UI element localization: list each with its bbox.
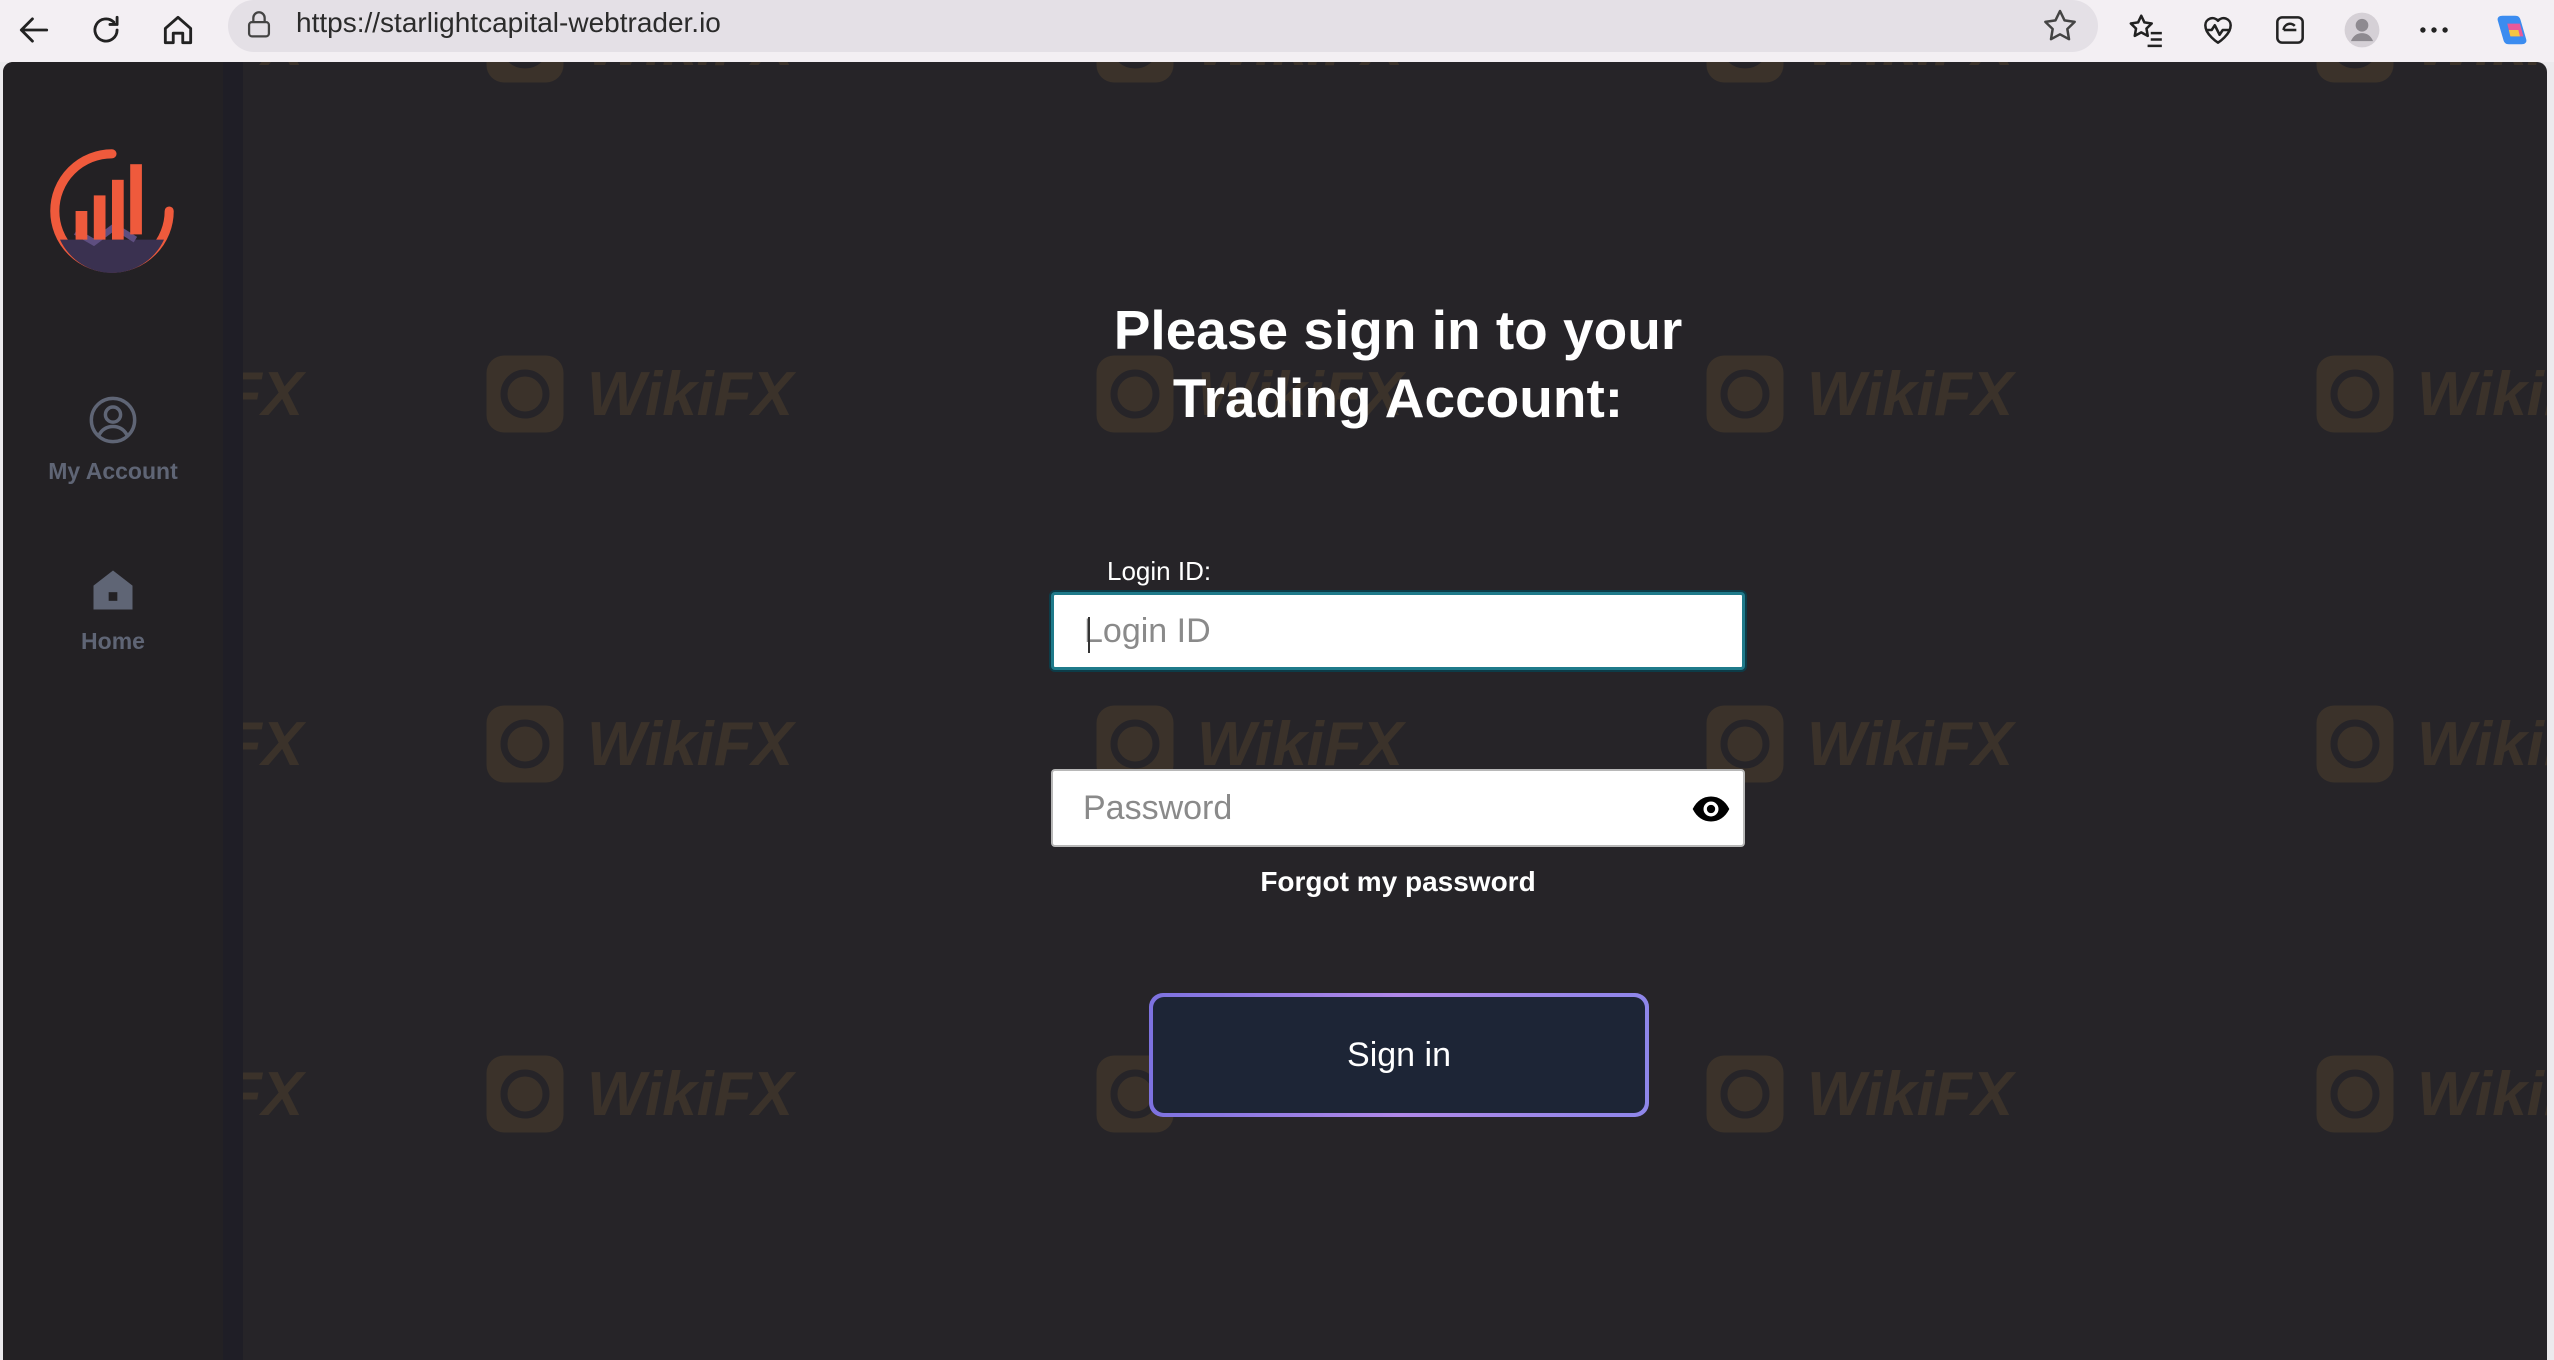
- heading-line-2: Trading Account:: [1172, 367, 1624, 429]
- browser-toolbar: https://starlightcapital-webtrader.io: [0, 0, 2554, 62]
- watermark-text: WikiFX: [1807, 1059, 2014, 1129]
- watermark-logo-icon: [2316, 1055, 2394, 1133]
- address-bar[interactable]: https://starlightcapital-webtrader.io: [228, 0, 2098, 52]
- watermark-mark: WikiFX: [483, 352, 793, 436]
- heartbeat-icon: [2204, 16, 2232, 44]
- refresh-icon: [93, 15, 119, 43]
- watermark-text: WikiFX: [2417, 62, 2547, 80]
- text-caret: [1088, 617, 1090, 653]
- watermark-logo-icon: [1706, 62, 1784, 83]
- watermark-text: WikiFX: [2417, 1059, 2547, 1129]
- watermark-mark: WikiFX: [2313, 352, 2547, 436]
- watermark-logo-icon: [486, 1055, 564, 1133]
- watermark-text: WikiFX: [2417, 359, 2547, 429]
- watermark-mark: WikiFX: [1703, 1052, 2013, 1136]
- watermark-mark: WikiFX: [2313, 702, 2547, 786]
- watermark-text: WikiFX: [1197, 62, 1403, 80]
- watermark-text: WikiFX: [587, 359, 794, 429]
- brand-logo[interactable]: [47, 146, 177, 276]
- page-heading: Please sign in to your Trading Account:: [1033, 296, 1763, 432]
- show-password-eye-icon[interactable]: [1689, 789, 1733, 829]
- more-options-button[interactable]: [2408, 4, 2460, 56]
- watermark-mark: WikiFX: [2313, 1052, 2547, 1136]
- watermark-text: WikiFX: [587, 1059, 794, 1129]
- forgot-password-link[interactable]: Forgot my password: [1051, 866, 1745, 898]
- watermark-text: WikiFX: [1807, 709, 2014, 779]
- watermark-mark: WikiFX: [1703, 62, 2013, 86]
- collections-icon: [2276, 16, 2304, 44]
- refresh-button[interactable]: [80, 4, 132, 56]
- favorite-star-icon[interactable]: [2040, 6, 2080, 46]
- sidebar-item-label: Home: [81, 628, 145, 654]
- watermark-logo-icon: [2316, 62, 2394, 83]
- sidebar-item-my-account[interactable]: My Account: [3, 394, 223, 485]
- performance-button[interactable]: [2192, 4, 2244, 56]
- watermark-mark: WikiFX: [483, 62, 793, 86]
- back-arrow-icon: [19, 17, 49, 43]
- profile-button[interactable]: [2336, 4, 2388, 56]
- watermark-text: WikiFX: [587, 709, 794, 779]
- watermark-logo-icon: [1096, 62, 1174, 83]
- sign-in-label: Sign in: [1153, 997, 1645, 1113]
- home-button[interactable]: [152, 4, 204, 56]
- user-circle-icon: [89, 396, 137, 444]
- sidebar-divider: [223, 62, 243, 1360]
- favorites-button[interactable]: [2120, 4, 2172, 56]
- watermark-mark: WikiFX: [1093, 62, 1403, 86]
- profile-avatar-icon: [2344, 12, 2380, 48]
- sidebar: My Account Home: [3, 62, 223, 1360]
- back-button[interactable]: [8, 4, 60, 56]
- login-id-input[interactable]: [1082, 595, 1682, 667]
- browser-home-icon: [163, 15, 193, 45]
- url-text[interactable]: https://starlightcapital-webtrader.io: [296, 7, 721, 39]
- copilot-button[interactable]: [2486, 4, 2538, 56]
- watermark-mark: WikiFX: [483, 1052, 793, 1136]
- password-field[interactable]: [1051, 769, 1745, 847]
- watermark-logo-icon: [486, 62, 564, 83]
- login-id-label: Login ID:: [1107, 556, 1212, 586]
- sidebar-item-home[interactable]: Home: [3, 564, 223, 655]
- lock-icon[interactable]: [242, 8, 276, 42]
- watermark-mark: WikiFX: [2313, 62, 2547, 86]
- watermark-logo-icon: [486, 355, 564, 433]
- collections-button[interactable]: [2264, 4, 2316, 56]
- home-icon: [93, 570, 133, 610]
- sidebar-item-label: My Account: [48, 458, 178, 484]
- webtrader-app: WikiFX WikiFX WikiFX WikiFX WikiFX WikiFX Wiki…: [3, 62, 2547, 1360]
- watermark-logo-icon: [486, 705, 564, 783]
- login-id-field[interactable]: [1051, 592, 1745, 670]
- sign-in-button[interactable]: Sign in: [1149, 993, 1649, 1117]
- heading-line-1: Please sign in to your: [1113, 299, 1683, 361]
- watermark-text: WikiFX: [1807, 62, 2013, 80]
- watermark-logo-icon: [2316, 355, 2394, 433]
- watermark-text: WikiFX: [587, 62, 793, 80]
- copilot-icon: [2497, 15, 2527, 45]
- favorites-list-icon: [2129, 14, 2162, 48]
- watermark-logo-icon: [1706, 1055, 1784, 1133]
- password-input[interactable]: [1081, 771, 1681, 845]
- watermark-text: WikiFX: [1807, 359, 2014, 429]
- watermark-logo-icon: [2316, 705, 2394, 783]
- watermark-text: WikiFX: [2417, 709, 2547, 779]
- more-dots-icon: [2420, 27, 2448, 33]
- watermark-mark: WikiFX: [1703, 702, 2013, 786]
- watermark-mark: WikiFX: [483, 702, 793, 786]
